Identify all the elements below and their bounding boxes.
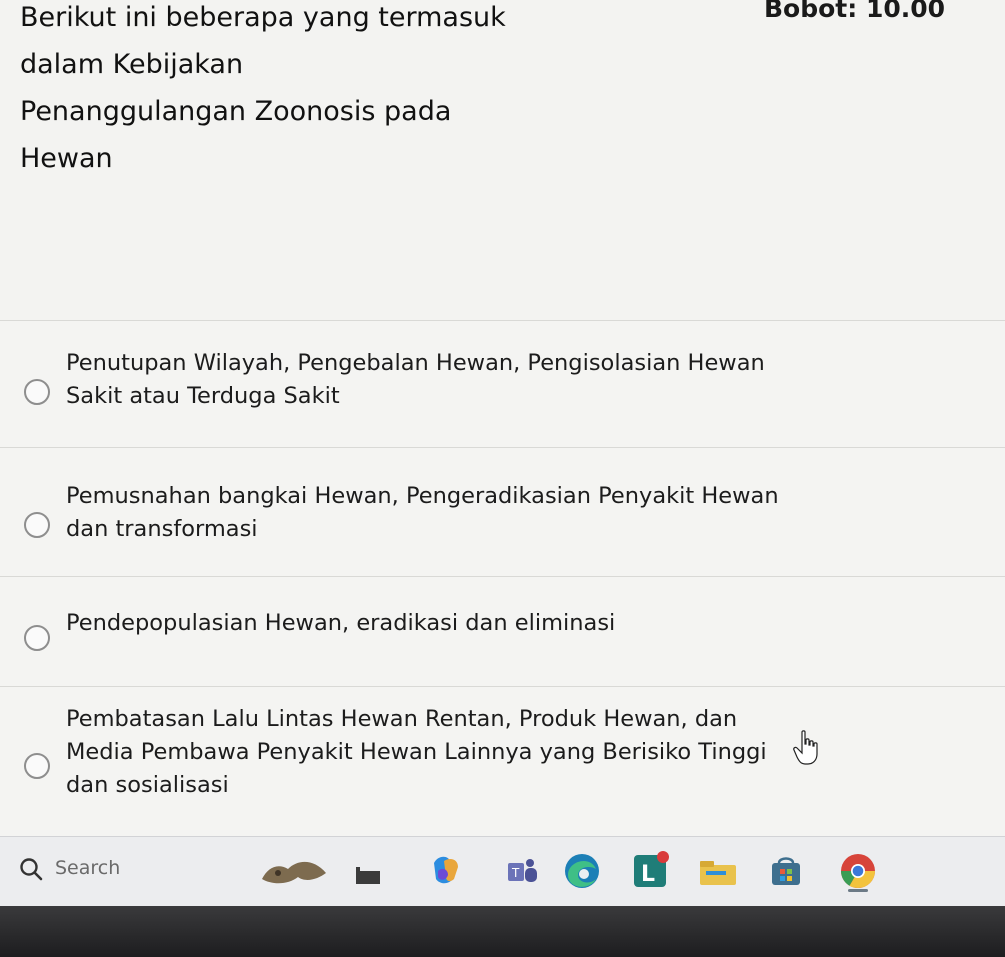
option-label: Pemusnahan bangkai Hewan, Pengeradikasia…	[66, 480, 906, 546]
file-explorer-icon[interactable]	[346, 849, 390, 893]
widgets-icon[interactable]	[258, 849, 332, 893]
screen-bezel	[0, 906, 1005, 957]
search-icon[interactable]	[18, 856, 44, 882]
store-icon[interactable]	[764, 849, 808, 893]
option-line: dan transformasi	[66, 516, 258, 542]
copilot-icon[interactable]	[424, 849, 468, 893]
question-header: Berikut ini beberapa yang termasuk dalam…	[0, 0, 1005, 320]
radio-button[interactable]	[24, 625, 50, 651]
chrome-icon[interactable]	[836, 849, 880, 893]
search-placeholder[interactable]: Search	[55, 857, 120, 879]
answer-option-2[interactable]: Pemusnahan bangkai Hewan, Pengeradikasia…	[0, 448, 1005, 576]
question-text: Berikut ini beberapa yang termasuk dalam…	[20, 0, 580, 182]
radio-button[interactable]	[24, 753, 50, 779]
radio-button[interactable]	[24, 379, 50, 405]
option-line: dan sosialisasi	[66, 772, 229, 798]
answer-option-1[interactable]: Penutupan Wilayah, Pengebalan Hewan, Pen…	[0, 321, 1005, 447]
option-label: Pendepopulasian Hewan, eradikasi dan eli…	[66, 607, 906, 640]
option-line: Media Pembawa Penyakit Hewan Lainnya yan…	[66, 739, 767, 765]
hand-cursor-icon	[793, 730, 818, 765]
learning-app-icon[interactable]: L	[628, 849, 672, 893]
edge-icon[interactable]	[560, 849, 604, 893]
taskbar: Search T L	[0, 836, 1005, 907]
radio-button[interactable]	[24, 512, 50, 538]
option-line: Pendepopulasian Hewan, eradikasi dan eli…	[66, 610, 616, 636]
question-line: dalam Kebijakan	[20, 49, 244, 80]
question-line: Berikut ini beberapa yang termasuk	[20, 2, 506, 33]
option-line: Pemusnahan bangkai Hewan, Pengeradikasia…	[66, 483, 779, 509]
option-line: Pembatasan Lalu Lintas Hewan Rentan, Pro…	[66, 706, 738, 732]
folder-icon[interactable]	[696, 849, 740, 893]
option-line: Penutupan Wilayah, Pengebalan Hewan, Pen…	[66, 350, 765, 376]
svg-text:T: T	[511, 866, 520, 880]
teams-icon[interactable]: T	[500, 849, 544, 893]
answer-option-4[interactable]: Pembatasan Lalu Lintas Hewan Rentan, Pro…	[0, 687, 1005, 835]
option-label: Pembatasan Lalu Lintas Hewan Rentan, Pro…	[66, 703, 906, 802]
option-line: Sakit atau Terduga Sakit	[66, 383, 340, 409]
question-line: Penanggulangan Zoonosis pada	[20, 96, 452, 127]
answer-option-3[interactable]: Pendepopulasian Hewan, eradikasi dan eli…	[0, 577, 1005, 686]
score-label: Bobot: 10.00	[764, 0, 946, 23]
option-label: Penutupan Wilayah, Pengebalan Hewan, Pen…	[66, 347, 906, 413]
question-line: Hewan	[20, 143, 113, 174]
svg-text:L: L	[641, 862, 655, 887]
